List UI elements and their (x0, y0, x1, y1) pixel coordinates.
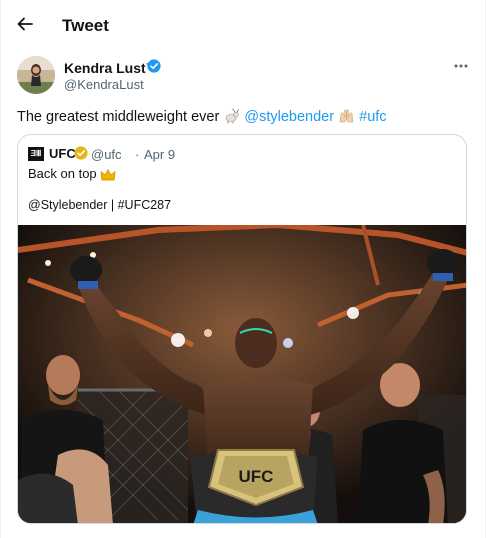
tweet-photo[interactable]: UFC (18, 225, 466, 523)
goat-emoji-icon (226, 108, 240, 124)
tweet-text-lead: The greatest middleweight ever (17, 109, 220, 125)
author-name[interactable]: Kendra Lust™ (64, 60, 160, 76)
verified-badge-icon (147, 59, 161, 73)
verified-gold-badge-icon (74, 146, 88, 160)
more-options-icon[interactable] (452, 61, 470, 71)
quoted-text-line1: Back on top (28, 166, 116, 181)
quoted-date[interactable]: Apr 9 (144, 147, 175, 162)
mention-link[interactable]: @stylebender (244, 109, 334, 125)
page-title: Tweet (62, 16, 109, 35)
quoted-author-name[interactable]: UFC (49, 146, 76, 161)
page-header: Tweet (1, 0, 486, 52)
quoted-text-line2: @Stylebender | #UFC287 (28, 198, 172, 212)
avatar[interactable] (17, 56, 55, 94)
raised-hands-emoji-icon (339, 109, 354, 123)
quoted-tweet[interactable]: ƎⅢ UFC @ufc · Apr 9 Back on top @Stylebe… (17, 134, 467, 524)
belt-text: UFC (239, 467, 274, 486)
crown-emoji-icon (100, 168, 116, 181)
quoted-text-main: Back on top (28, 166, 97, 181)
tweet-page: Tweet Kendra Lust™ @KendraLust The great… (0, 0, 486, 538)
separator-dot: · (135, 147, 140, 162)
tweet-text: The greatest middleweight ever @styleben… (17, 108, 387, 126)
author-handle[interactable]: @KendraLust (64, 77, 144, 92)
hashtag-link[interactable]: #ufc (359, 109, 386, 125)
quoted-author-handle[interactable]: @ufc (91, 147, 122, 162)
arrow-left-icon[interactable] (15, 14, 35, 34)
ufc-logo: ƎⅢ (28, 147, 44, 161)
